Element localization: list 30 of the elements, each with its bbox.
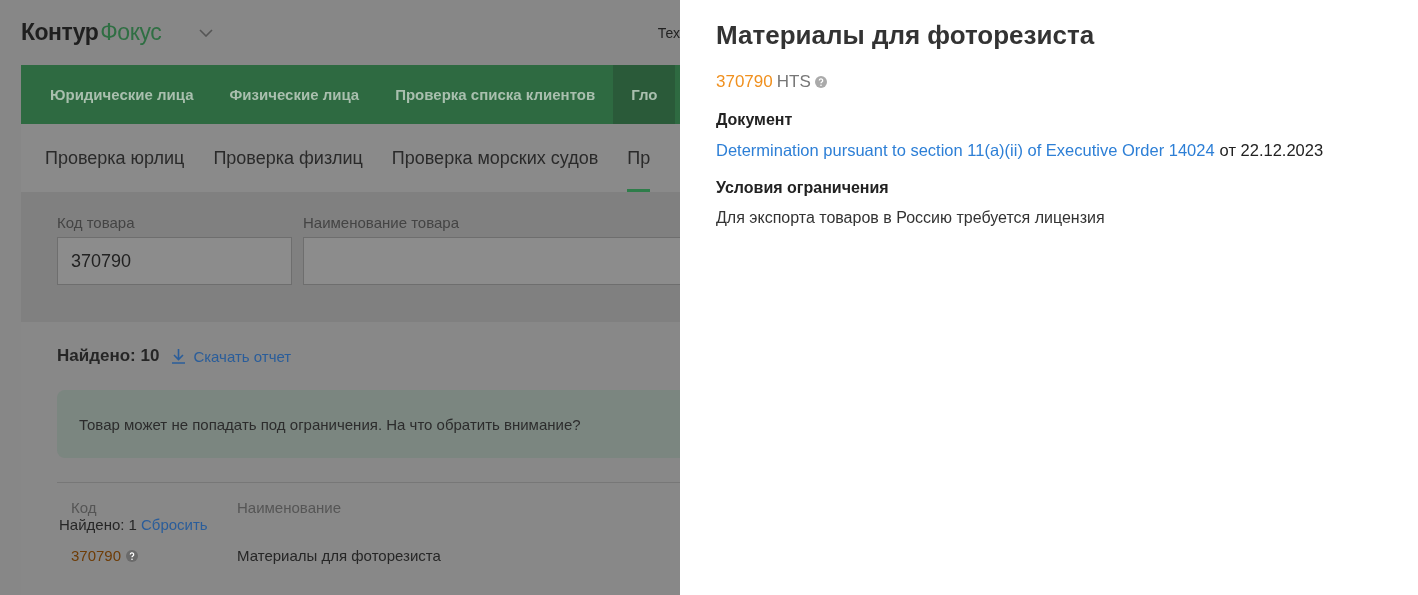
field-label: Код товара: [57, 214, 136, 231]
sub-nav-tab[interactable]: Проверка морских судов: [391, 124, 599, 192]
header-menu-item[interactable]: Тех: [657, 24, 680, 41]
main-nav-tab[interactable]: Юридические лица: [32, 65, 212, 124]
notice-banner: Товар может не попадать под ограничения. На что обратить внимание?: [57, 390, 680, 458]
main-nav-tab[interactable]: Физические лица: [211, 65, 378, 124]
sub-nav-tab[interactable]: Проверка физлиц: [213, 124, 363, 192]
panel-title: Материалы для фоторезиста: [716, 20, 1096, 51]
results-count: Найдено: 10: [57, 346, 160, 366]
main-nav-tab[interactable]: Гло: [613, 65, 676, 124]
document-link[interactable]: Determination pursuant to section 11(a)(ii) of Executive Order 14024: [716, 141, 1215, 160]
section-heading: Документ: [716, 111, 794, 129]
conditions-text: Для экспорта товаров в Россию требуется лицензия: [716, 209, 1106, 227]
logo[interactable]: КонтурФокус: [21, 19, 162, 46]
section-heading: Условия ограничения: [716, 179, 890, 197]
sub-nav-tab[interactable]: Проверка юрлиц: [45, 124, 185, 192]
download-icon[interactable]: [171, 348, 187, 364]
input-field[interactable]: [303, 237, 680, 285]
code-system: HTS: [776, 72, 811, 92]
product-code: 370790: [716, 72, 773, 92]
field-label: Наименование товара: [303, 214, 461, 231]
help-icon[interactable]: [126, 549, 139, 562]
help-icon[interactable]: [814, 76, 827, 88]
document-date: от 22.12.2023: [1219, 141, 1324, 160]
name-cell: Материалы для фоторезиста: [237, 547, 441, 564]
filter-count: Найдено: 1: [59, 516, 137, 533]
input-field[interactable]: 370790: [57, 237, 292, 285]
chevron-down-icon[interactable]: [199, 28, 214, 37]
code-cell: 370790: [71, 547, 122, 564]
main-nav-tab[interactable]: Проверка списка клиентов: [377, 65, 614, 124]
